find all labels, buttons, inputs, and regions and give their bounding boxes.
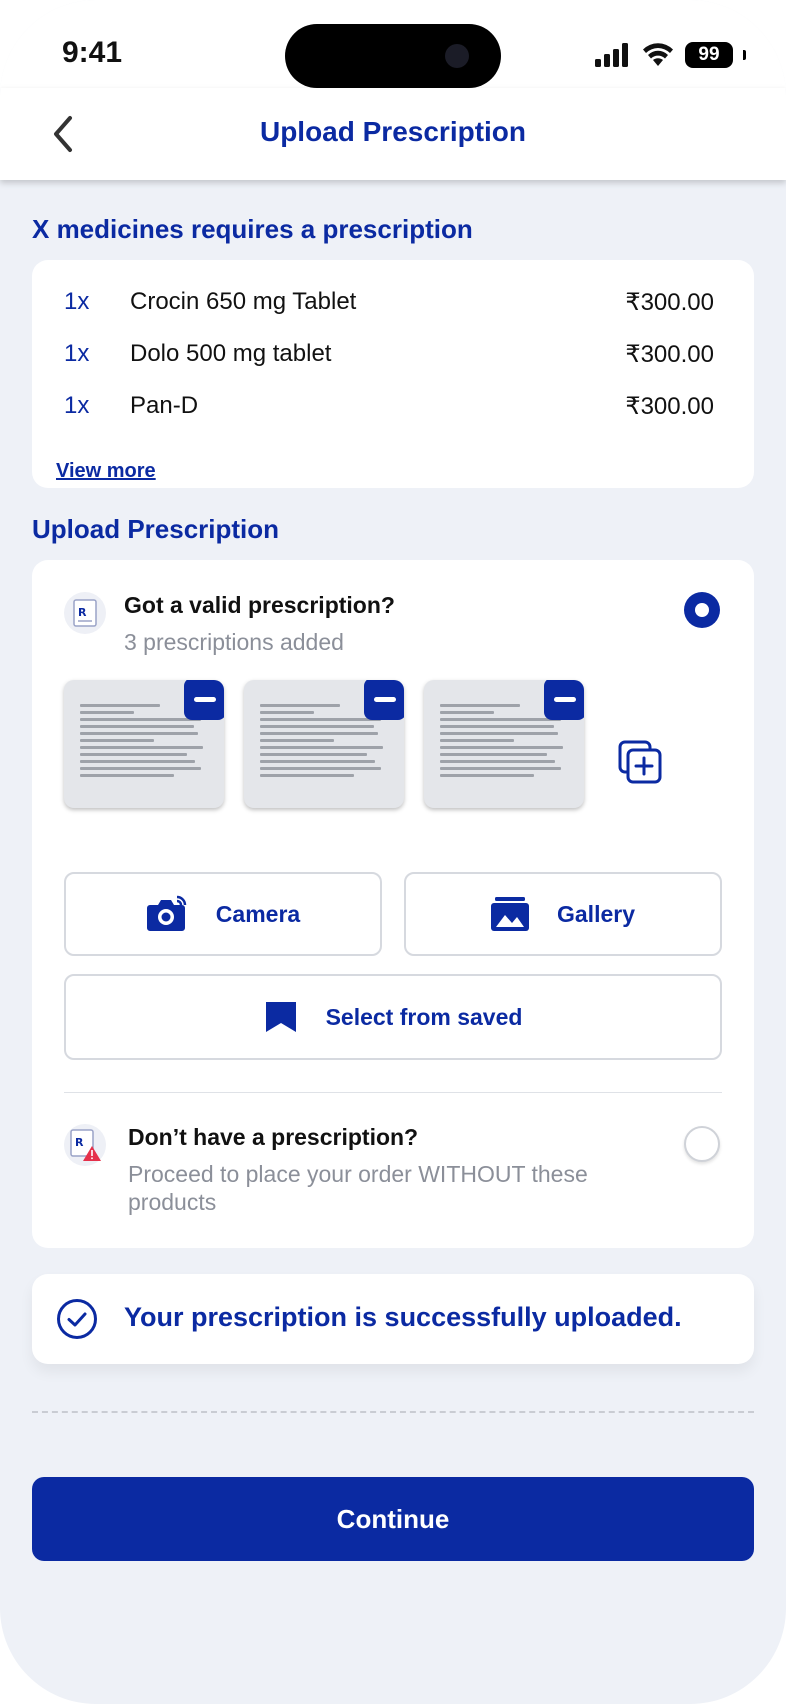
medicine-name: Dolo 500 mg tablet [130, 340, 332, 367]
minus-icon [554, 696, 576, 702]
select-from-saved-label: Select from saved [325, 1003, 523, 1030]
medicine-row: 1x Crocin 650 mg Tablet ₹300.00 [32, 286, 714, 318]
no-prescription-radio[interactable] [684, 1126, 720, 1162]
upload-success-message: Your prescription is successfully upload… [124, 1302, 682, 1332]
radio-dot [695, 603, 709, 617]
medicine-row: 1x Dolo 500 mg tablet ₹300.00 [32, 338, 714, 370]
minus-icon [374, 696, 396, 702]
upload-section-title: Upload Prescription [32, 514, 280, 544]
view-more-link[interactable]: View more [56, 460, 156, 483]
medicine-price: ₹300.00 [625, 288, 714, 316]
svg-text:R: R [75, 1136, 84, 1149]
camera-label: Camera [215, 900, 301, 927]
wifi-icon [643, 43, 673, 66]
medicine-name: Pan-D [130, 392, 199, 419]
prescription-thumbnail[interactable] [424, 680, 584, 808]
no-prescription-title: Don’t have a prescription? [128, 1124, 419, 1150]
phone-screen: 9:41 99 Upload Prescription X medicines … [0, 0, 786, 1704]
medicines-card: 1x Crocin 650 mg Tablet ₹300.00 1x Dolo … [32, 260, 754, 488]
status-icons: 99 [595, 40, 746, 70]
image-gallery-icon [491, 897, 529, 931]
no-prescription-subtitle: Proceed to place your order WITHOUT thes… [128, 1161, 588, 1215]
gallery-label: Gallery [557, 900, 635, 927]
medicine-qty: 1x [64, 288, 90, 315]
prescription-thumbnail[interactable] [244, 680, 404, 808]
valid-prescription-radio[interactable] [684, 592, 720, 628]
prescription-icon: R [64, 592, 106, 634]
page-title: Upload Prescription [259, 116, 527, 147]
status-time: 9:41 [62, 36, 123, 69]
upload-success-banner: Your prescription is successfully upload… [32, 1274, 754, 1364]
add-copy-icon [618, 740, 662, 784]
prescriptions-count: 3 prescriptions added [124, 629, 344, 655]
section-divider [64, 1092, 722, 1093]
upload-card: R Got a valid prescription? 3 prescripti… [32, 560, 754, 1248]
prescription-thumbnail[interactable] [64, 680, 224, 808]
medicines-section-title: X medicines requires a prescription [32, 214, 473, 244]
continue-button[interactable]: Continue [32, 1477, 754, 1561]
medicine-qty: 1x [64, 340, 90, 367]
add-prescription-button[interactable] [618, 740, 662, 784]
bookmark-icon [265, 1002, 296, 1032]
minus-icon [194, 696, 216, 702]
medicine-name: Crocin 650 mg Tablet [130, 288, 357, 315]
front-camera [445, 44, 469, 68]
medicine-qty: 1x [64, 392, 90, 419]
cellular-signal-icon [595, 43, 628, 67]
medicine-row: 1x Pan-D ₹300.00 [32, 390, 714, 422]
remove-prescription-button[interactable] [184, 680, 224, 720]
battery-indicator: 99 [685, 42, 733, 68]
medicine-price: ₹300.00 [625, 340, 714, 368]
status-bar: 9:41 99 [0, 0, 786, 88]
camera-button[interactable]: Camera [64, 872, 382, 956]
remove-prescription-button[interactable] [544, 680, 584, 720]
dashed-divider [32, 1411, 754, 1413]
check-circle-icon [57, 1299, 97, 1339]
remove-prescription-button[interactable] [364, 680, 404, 720]
gallery-button[interactable]: Gallery [404, 872, 722, 956]
dynamic-island [285, 24, 501, 88]
battery-tip [743, 50, 746, 60]
medicine-price: ₹300.00 [625, 392, 714, 420]
app-header: Upload Prescription [0, 88, 786, 180]
valid-prescription-title: Got a valid prescription? [124, 592, 395, 618]
svg-text:R: R [78, 606, 87, 619]
no-prescription-icon: R [64, 1124, 106, 1166]
camera-icon [146, 895, 187, 931]
select-from-saved-button[interactable]: Select from saved [64, 974, 722, 1060]
